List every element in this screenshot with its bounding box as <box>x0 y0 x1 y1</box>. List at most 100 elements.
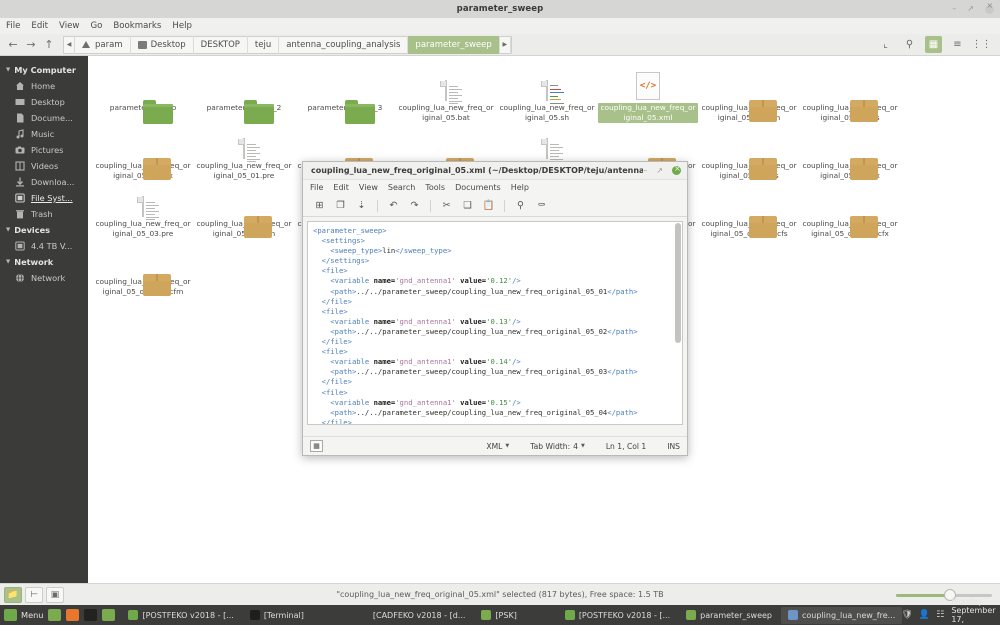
file-item[interactable]: parameter_sweep <box>93 60 193 124</box>
path-entry-icon[interactable]: ⌞ <box>877 36 894 53</box>
open-icon[interactable]: ❐ <box>330 197 351 215</box>
minimize-icon[interactable]: – <box>643 166 647 175</box>
breadcrumb-item-desktop2[interactable]: DESKTOP <box>194 35 248 54</box>
sidebar-group-devices[interactable]: ▼ Devices <box>0 222 88 238</box>
minimize-icon[interactable]: – <box>952 5 956 13</box>
editor-menu-help[interactable]: Help <box>511 183 529 192</box>
taskbar-item-psk[interactable]: [PSK] <box>474 607 523 624</box>
file-item[interactable]: coupling_lua_new_freq_original_05_01.cfs <box>800 60 900 123</box>
editor-statusbar-toggle-icon[interactable]: ▦ <box>310 440 323 452</box>
terminal-icon <box>249 610 260 620</box>
sidebar-item-file-system[interactable]: File Syst... <box>0 190 88 206</box>
editor-menu-view[interactable]: View <box>359 183 378 192</box>
menu-go[interactable]: Go <box>90 21 102 31</box>
sidebar-item-desktop[interactable]: Desktop <box>0 94 88 110</box>
file-item[interactable]: coupling_lua_new_freq_original_05_01.cfx <box>93 118 193 181</box>
maximize-icon[interactable]: ↗ <box>656 166 663 175</box>
editor-menu-search[interactable]: Search <box>388 183 415 192</box>
new-icon[interactable]: ⊞ <box>309 197 330 215</box>
user-icon[interactable]: 👤 <box>919 610 930 620</box>
file-item[interactable]: coupling_lua_new_freq_original_05.bat <box>396 60 496 123</box>
sidebar-group-network[interactable]: ▼ Network <box>0 254 88 270</box>
sidebar-group-my-computer[interactable]: ▼ My Computer <box>0 62 88 78</box>
file-item[interactable]: coupling_lua_new_freq_original_05_04.cfm <box>194 176 294 239</box>
sidebar-item-downloads[interactable]: Downloa... <box>0 174 88 190</box>
file-manager-icon[interactable] <box>48 609 62 621</box>
file-item[interactable]: coupling_lua_new_freq_original_05.sh <box>497 60 597 123</box>
find-icon[interactable]: ⚲ <box>510 197 531 215</box>
menu-edit[interactable]: Edit <box>31 21 48 31</box>
taskbar-item-postfeko-1[interactable]: [POSTFEKO v2018 - [... <box>121 607 240 624</box>
editor-vertical-scrollbar[interactable] <box>675 223 681 424</box>
shield-icon[interactable]: 🛡 <box>902 610 913 620</box>
icon-view-icon[interactable]: ▦ <box>925 36 942 53</box>
back-icon[interactable]: ← <box>4 36 22 54</box>
menu-view[interactable]: View <box>59 21 79 31</box>
up-icon[interactable]: ↑ <box>40 36 58 54</box>
maximize-icon[interactable]: ↗ <box>967 5 974 13</box>
save-icon[interactable]: ⇣ <box>351 197 372 215</box>
close-icon[interactable] <box>985 2 994 14</box>
editor-text-area[interactable]: <parameter_sweep> <settings> <sweep_type… <box>307 221 683 425</box>
network-icon[interactable]: ☷ <box>936 610 944 620</box>
sidebar-item-home[interactable]: Home <box>0 78 88 94</box>
search-icon[interactable]: ⚲ <box>901 36 918 53</box>
sidebar-item-network[interactable]: Network <box>0 270 88 286</box>
editor-menu-tools[interactable]: Tools <box>425 183 445 192</box>
close-icon[interactable] <box>672 164 681 175</box>
breadcrumb-item-desktop[interactable]: Desktop <box>131 35 194 54</box>
file-item[interactable]: coupling_lua_new_freq_original_05_03.pre <box>93 176 193 239</box>
sidebar-item-trash[interactable]: Trash <box>0 206 88 222</box>
file-item[interactable]: coupling_lua_new_freq_original_05_01.cfm <box>699 60 799 123</box>
file-item[interactable]: coupling_lua_new_freq_original_05_01.pre <box>194 118 294 181</box>
list-view-icon[interactable]: ≡ <box>949 36 966 53</box>
replace-icon[interactable]: ⚰ <box>531 197 552 215</box>
undo-icon[interactable]: ↶ <box>383 197 404 215</box>
breadcrumb-scroll-right-icon[interactable]: ▶ <box>500 35 511 54</box>
sidebar-item-drive[interactable]: 4.4 TB V... <box>0 238 88 254</box>
breadcrumb-scroll-left-icon[interactable]: ◀ <box>64 35 75 54</box>
file-item[interactable]: coupling_lua_new_freq_original_05_origin… <box>800 176 900 239</box>
editor-menu-edit[interactable]: Edit <box>333 183 349 192</box>
editor-menu-file[interactable]: File <box>310 183 323 192</box>
breadcrumb-item-parameter-sweep[interactable]: parameter_sweep <box>408 35 500 54</box>
file-item[interactable]: </> coupling_lua_new_freq_original_05.xml <box>598 60 698 123</box>
menu-bookmarks[interactable]: Bookmarks <box>113 21 161 31</box>
taskbar-item-editor[interactable]: coupling_lua_new_fre... <box>781 606 903 624</box>
sidebar-item-pictures[interactable]: Pictures <box>0 142 88 158</box>
breadcrumb-item-teju[interactable]: teju <box>248 35 280 54</box>
menu-file[interactable]: File <box>6 21 20 31</box>
browser-icon[interactable] <box>66 609 80 621</box>
terminal-icon[interactable] <box>84 609 98 621</box>
compact-view-icon[interactable]: ⋮⋮ <box>972 36 992 53</box>
scrollbar-thumb[interactable] <box>675 223 681 343</box>
file-item[interactable]: coupling_lua_new_freq_original_05_03.cfs <box>699 118 799 181</box>
clock[interactable]: Monday September 17, 09:47:07 <box>951 597 997 625</box>
file-item[interactable]: coupling_lua_new_freq_original_05_origin… <box>93 234 193 297</box>
forward-icon[interactable]: → <box>22 36 40 54</box>
taskbar-item-parameter-sweep[interactable]: parameter_sweep <box>679 607 779 624</box>
editor-language-selector[interactable]: XML ▼ <box>486 442 509 451</box>
copy-icon[interactable]: ❑ <box>457 197 478 215</box>
file-item[interactable]: coupling_lua_new_freq_original_05_03.cfx <box>800 118 900 181</box>
menu-help[interactable]: Help <box>172 21 192 31</box>
editor-menu-documents[interactable]: Documents <box>455 183 501 192</box>
editor-tab-width-selector[interactable]: Tab Width: 4 ▼ <box>530 442 585 451</box>
cut-icon[interactable]: ✂ <box>436 197 457 215</box>
breadcrumb-item-antenna-coupling-analysis[interactable]: antenna_coupling_analysis <box>279 35 409 54</box>
taskbar-item-postfeko-2[interactable]: [POSTFEKO v2018 - [... <box>558 607 677 624</box>
sidebar-item-music[interactable]: Music <box>0 126 88 142</box>
breadcrumb-item-param[interactable]: param <box>75 35 131 54</box>
taskbar-item-terminal[interactable]: [Terminal] <box>243 607 311 624</box>
taskbar-item-cadfeko[interactable]: [CADFEKO v2018 - [d... <box>313 607 473 624</box>
sidebar-item-videos[interactable]: Videos <box>0 158 88 174</box>
text-editor-window[interactable]: coupling_lua_new_freq_original_05.xml (~… <box>302 161 688 456</box>
start-menu-button[interactable]: Menu <box>2 609 48 621</box>
redo-icon[interactable]: ↷ <box>404 197 425 215</box>
sidebar-item-documents[interactable]: Docume... <box>0 110 88 126</box>
file-item[interactable]: coupling_lua_new_freq_original_05_origin… <box>699 176 799 239</box>
file-item[interactable]: parameter_sweep_2 <box>194 60 294 124</box>
folder-icon[interactable] <box>102 609 116 621</box>
paste-icon[interactable]: 📋 <box>478 197 499 215</box>
file-item[interactable]: parameter_sweep_3 <box>295 60 395 124</box>
